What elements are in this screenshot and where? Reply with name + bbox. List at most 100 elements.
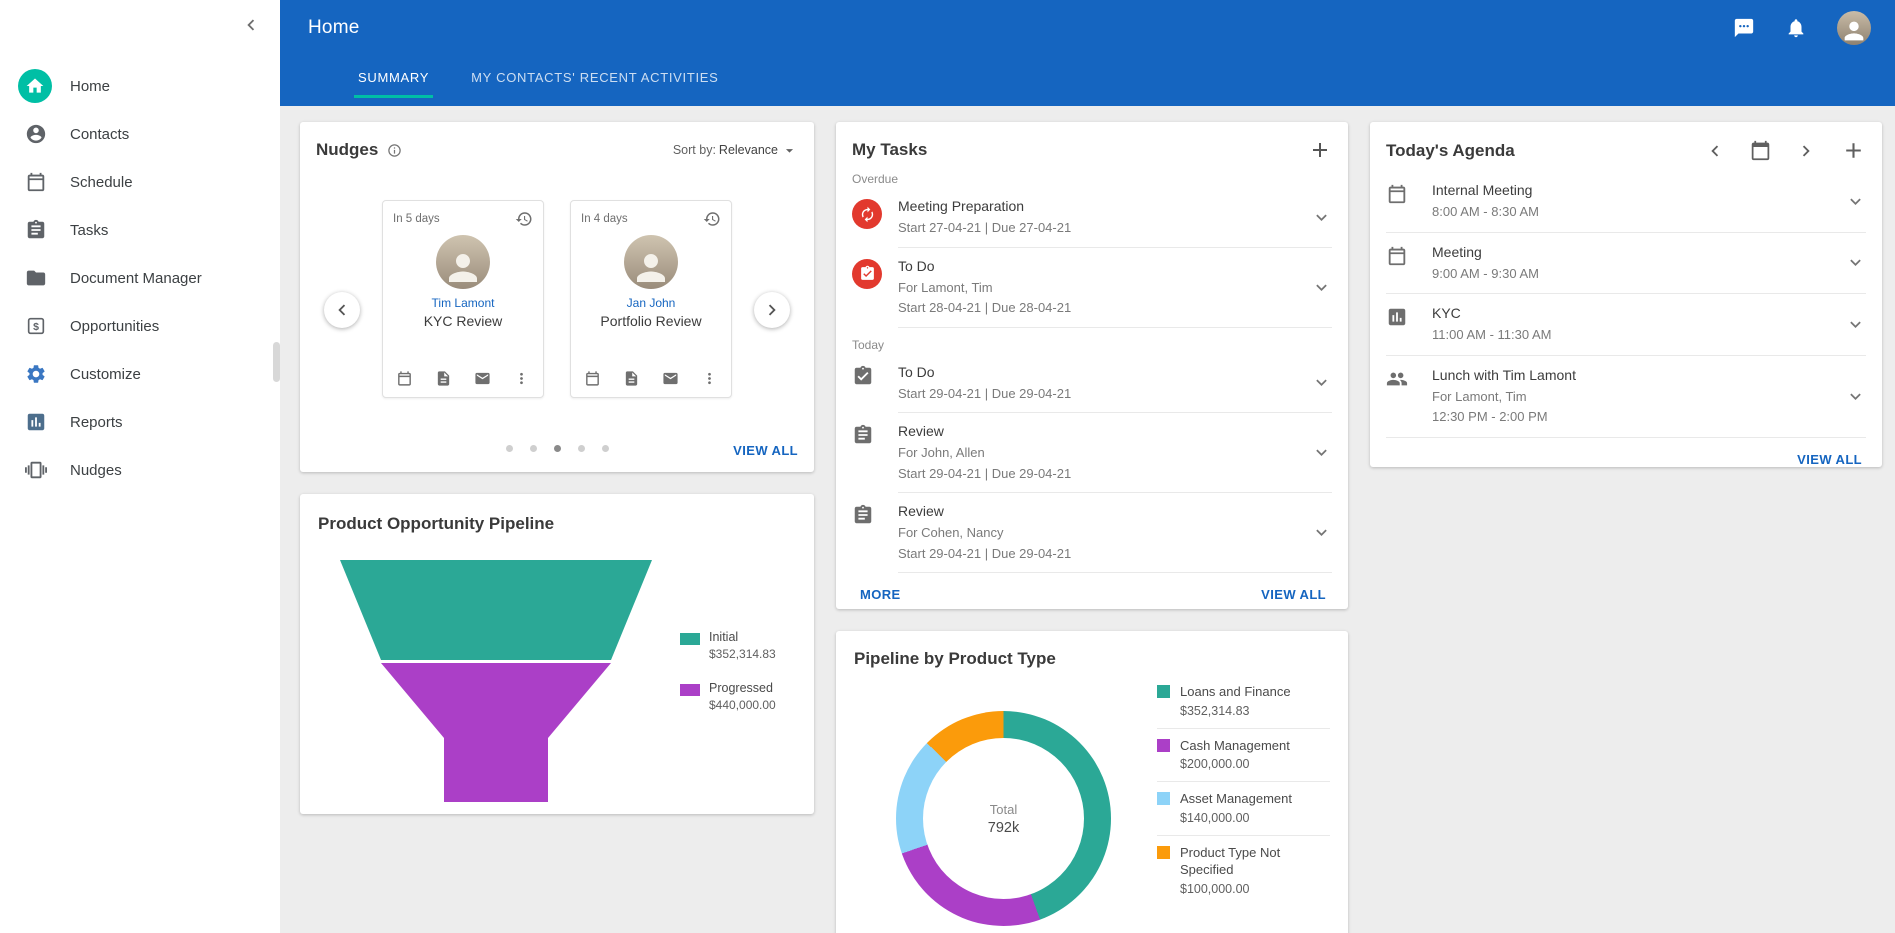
clipboard-icon	[852, 423, 898, 446]
task-row-meeting-preparation[interactable]: Meeting Preparation Start 27-04-21 | Due…	[852, 188, 1332, 248]
agenda-prev-day-button[interactable]	[1704, 140, 1726, 162]
funnel-chart[interactable]	[326, 560, 666, 802]
legend-item-product-type-not-specified[interactable]: Product Type Not Specified $100,000.00	[1157, 836, 1330, 906]
nudges-card: Nudges Sort by: Relevance In 5 days	[300, 122, 814, 472]
carousel-dot-active[interactable]	[554, 445, 561, 452]
task-row-todo-overdue[interactable]: To Do For Lamont, Tim Start 28-04-21 | D…	[852, 248, 1332, 328]
expand-task-button[interactable]	[1302, 207, 1332, 228]
sidebar-item-label: Customize	[70, 366, 141, 383]
agenda-view-all-link[interactable]: VIEW ALL	[1797, 452, 1862, 467]
sidebar-item-opportunities[interactable]: Opportunities	[0, 302, 280, 350]
carousel-dot[interactable]	[578, 445, 585, 452]
history-icon[interactable]	[703, 210, 721, 228]
home-icon	[18, 69, 52, 103]
expand-task-button[interactable]	[1302, 522, 1332, 543]
sidebar-item-schedule[interactable]: Schedule	[0, 158, 280, 206]
agenda-row-meeting[interactable]: Meeting 9:00 AM - 9:30 AM	[1386, 233, 1866, 295]
task-dates: Start 29-04-21 | Due 29-04-21	[898, 385, 1302, 403]
page-title: Home	[308, 17, 359, 39]
person-icon	[442, 247, 484, 289]
note-action-button[interactable]	[623, 370, 640, 387]
add-task-button[interactable]	[1308, 138, 1332, 162]
task-group-label: Overdue	[852, 162, 1332, 188]
task-owner: For John, Allen	[898, 444, 1302, 462]
sidebar-item-label: Home	[70, 78, 110, 95]
chevron-down-icon	[1311, 207, 1332, 228]
agenda-item-title: Lunch with Tim Lamont	[1432, 367, 1576, 383]
carousel-dot[interactable]	[506, 445, 513, 452]
bell-icon	[1785, 17, 1807, 39]
agenda-row-kyc[interactable]: KYC 11:00 AM - 11:30 AM	[1386, 294, 1866, 356]
contact-name-link[interactable]: Jan John	[627, 296, 676, 310]
info-button[interactable]	[387, 143, 402, 158]
legend-value: $140,000.00	[1180, 811, 1292, 825]
agenda-row-internal-meeting[interactable]: Internal Meeting 8:00 AM - 8:30 AM	[1386, 171, 1866, 233]
sidebar-item-contacts[interactable]: Contacts	[0, 110, 280, 158]
expand-task-button[interactable]	[1302, 277, 1332, 298]
expand-task-button[interactable]	[1302, 372, 1332, 393]
sidebar-item-reports[interactable]: Reports	[0, 398, 280, 446]
legend-item-loans-and-finance[interactable]: Loans and Finance $352,314.83	[1157, 675, 1330, 729]
legend-item-asset-management[interactable]: Asset Management $140,000.00	[1157, 782, 1330, 836]
schedule-action-button[interactable]	[584, 370, 601, 387]
legend-value: $200,000.00	[1180, 757, 1290, 771]
expand-agenda-button[interactable]	[1836, 386, 1866, 407]
nudges-sort-dropdown[interactable]: Sort by: Relevance	[673, 142, 798, 159]
schedule-action-button[interactable]	[396, 370, 413, 387]
tab-summary[interactable]: SUMMARY	[354, 56, 433, 98]
agenda-next-day-button[interactable]	[1795, 140, 1817, 162]
sidebar-item-home[interactable]: Home	[0, 62, 280, 110]
more-options-button[interactable]	[513, 370, 530, 387]
task-title: To Do	[898, 364, 935, 380]
task-row-review-john[interactable]: Review For John, Allen Start 29-04-21 | …	[852, 413, 1332, 493]
chevron-down-icon	[1311, 277, 1332, 298]
sidebar-scrollbar[interactable]	[273, 342, 280, 382]
sidebar-item-customize[interactable]: Customize	[0, 350, 280, 398]
task-title: Meeting Preparation	[898, 198, 1024, 214]
more-options-button[interactable]	[701, 370, 718, 387]
task-row-todo-today[interactable]: To Do Start 29-04-21 | Due 29-04-21	[852, 354, 1332, 414]
expand-agenda-button[interactable]	[1836, 314, 1866, 335]
expand-agenda-button[interactable]	[1836, 252, 1866, 273]
task-row-review-cohen[interactable]: Review For Cohen, Nancy Start 29-04-21 |…	[852, 493, 1332, 573]
legend-label: Loans and Finance	[1180, 683, 1291, 701]
notifications-button[interactable]	[1785, 17, 1807, 39]
add-appointment-button[interactable]	[1841, 138, 1866, 163]
user-avatar[interactable]	[1837, 11, 1871, 45]
legend-item-cash-management[interactable]: Cash Management $200,000.00	[1157, 729, 1330, 783]
nudge-card-portfolio-review[interactable]: In 4 days Jan John Portfolio Review	[570, 200, 732, 398]
expand-task-button[interactable]	[1302, 442, 1332, 463]
note-action-button[interactable]	[435, 370, 452, 387]
contact-name-link[interactable]: Tim Lamont	[432, 296, 495, 310]
todays-agenda-card: Today's Agenda Internal Meeting 8:00 AM …	[1370, 122, 1882, 467]
nudge-card-kyc-review[interactable]: In 5 days Tim Lamont KYC Review	[382, 200, 544, 398]
email-action-button[interactable]	[474, 370, 491, 387]
tab-recent-activities[interactable]: MY CONTACTS' RECENT ACTIVITIES	[467, 56, 722, 98]
sidebar-item-nudges[interactable]: Nudges	[0, 446, 280, 494]
agenda-row-lunch[interactable]: Lunch with Tim Lamont For Lamont, Tim 12…	[1386, 356, 1866, 438]
agenda-item-time: 8:00 AM - 8:30 AM	[1432, 203, 1836, 221]
tasks-more-link[interactable]: MORE	[860, 587, 901, 602]
task-owner: For Cohen, Nancy	[898, 524, 1302, 542]
tab-bar: SUMMARY MY CONTACTS' RECENT ACTIVITIES	[280, 56, 1895, 98]
carousel-next-button[interactable]	[754, 292, 790, 328]
person-icon	[630, 247, 672, 289]
carousel-dot[interactable]	[530, 445, 537, 452]
legend-item-initial[interactable]: Initial $352,314.83	[680, 630, 776, 661]
email-action-button[interactable]	[662, 370, 679, 387]
sidebar-item-document-manager[interactable]: Document Manager	[0, 254, 280, 302]
carousel-dot[interactable]	[602, 445, 609, 452]
expand-agenda-button[interactable]	[1836, 191, 1866, 212]
sidebar-collapse-button[interactable]	[240, 14, 262, 36]
nudges-view-all-link[interactable]: VIEW ALL	[733, 443, 798, 458]
tasks-view-all-link[interactable]: VIEW ALL	[1261, 587, 1326, 602]
history-icon[interactable]	[515, 210, 533, 228]
legend-item-progressed[interactable]: Progressed $440,000.00	[680, 681, 776, 712]
sidebar-item-tasks[interactable]: Tasks	[0, 206, 280, 254]
contacts-icon	[18, 123, 54, 145]
legend-value: $352,314.83	[709, 647, 776, 661]
agenda-calendar-button[interactable]	[1750, 140, 1771, 161]
carousel-prev-button[interactable]	[324, 292, 360, 328]
messages-button[interactable]	[1733, 17, 1755, 39]
donut-chart[interactable]: Total 792k	[896, 711, 1111, 926]
